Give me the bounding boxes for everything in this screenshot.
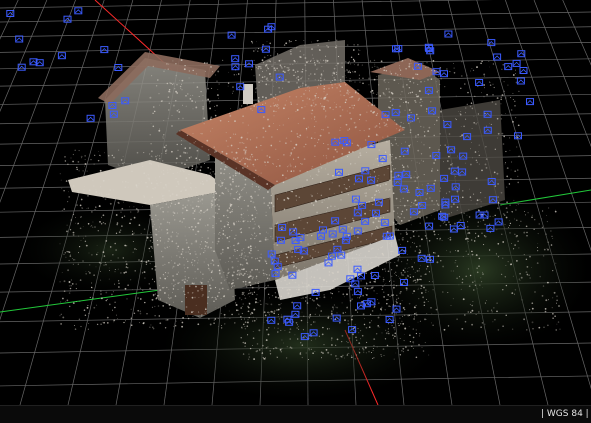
status-bar: | WGS 84 | U bbox=[0, 405, 591, 423]
3d-viewport[interactable] bbox=[0, 0, 591, 405]
crs-label: | WGS 84 | U bbox=[541, 409, 591, 419]
right-annex-wall bbox=[440, 100, 505, 220]
portico-door bbox=[185, 285, 207, 315]
